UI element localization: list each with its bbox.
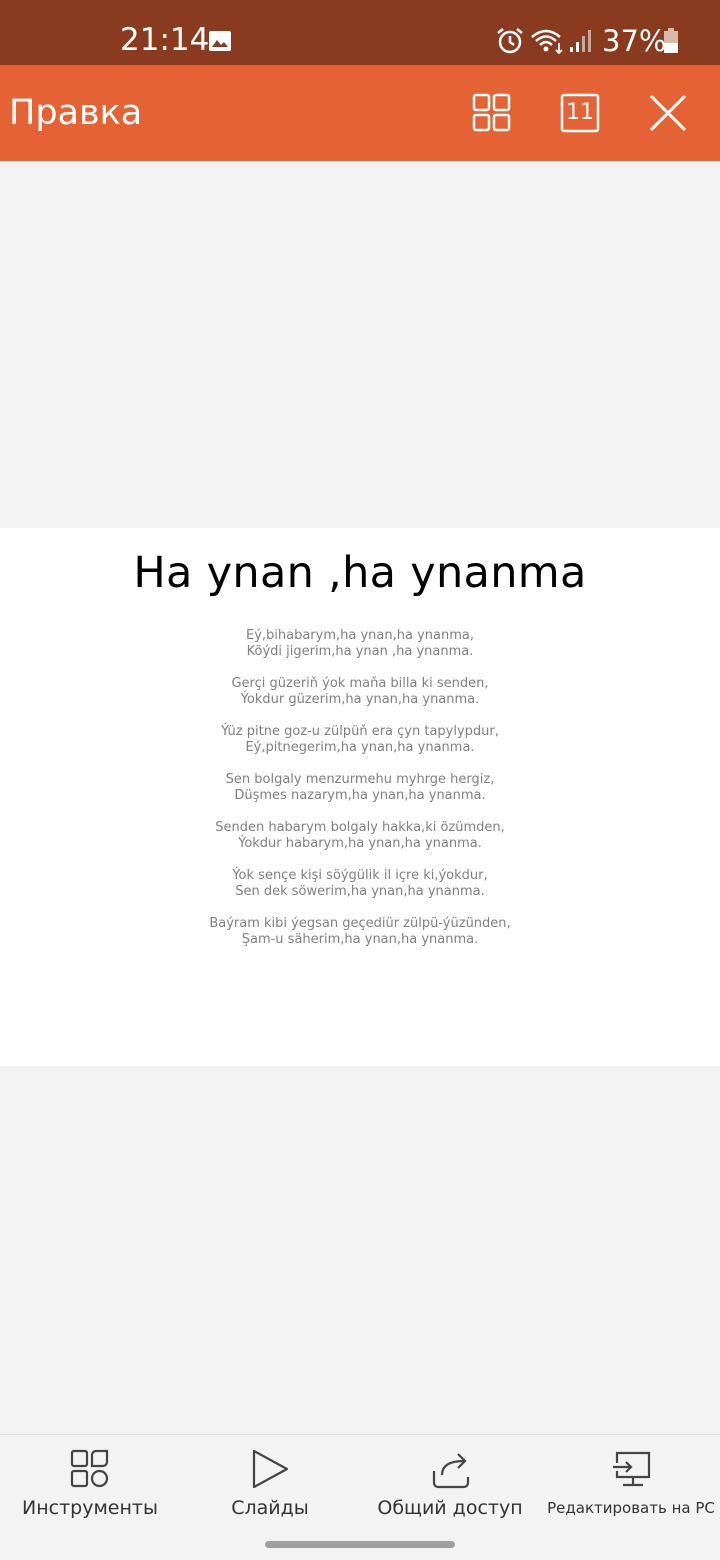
slides-button[interactable]: Слайды	[190, 1435, 350, 1531]
stanza-line: Gerçi güzeriň ýok maňa billa ki senden,	[231, 676, 489, 691]
grid-icon	[472, 93, 511, 132]
close-button[interactable]	[638, 83, 698, 143]
battery-icon	[664, 28, 678, 53]
status-bar: 21:14 37%	[0, 0, 720, 65]
stanza-line: Ýokdur güzerim,ha ynan,ha ynanma.	[240, 692, 480, 707]
edit-on-pc-button[interactable]: Редактировать на PC	[545, 1435, 717, 1531]
share-label: Общий доступ	[377, 1497, 523, 1519]
bottom-nav: Инструменты Слайды Общий доступ Редактир…	[0, 1434, 720, 1530]
tools-icon	[70, 1449, 109, 1488]
monitor-icon	[613, 1451, 651, 1487]
stanza: Baýram kibi ýegsan geçediür zülpü-ýüzünd…	[0, 916, 720, 948]
stanza-line: Şam-u säherim,ha ynan,ha ynanma.	[241, 932, 479, 947]
play-icon	[252, 1449, 289, 1489]
stanza-line: Ýüz pitne goz-u zülpüň era çyn tapylypdu…	[221, 724, 499, 739]
gallery-icon	[209, 31, 231, 51]
stanza-line: Eý,pitnegerim,ha ynan,ha ynanma.	[245, 740, 475, 755]
stanza: Ýüz pitne goz-u zülpüň era çyn tapylypdu…	[0, 724, 720, 756]
stanza-line: Sen bolgaly menzurmehu myhrge hergiz,	[225, 772, 495, 787]
app-screen: 21:14 37% Правка 11 Ha ynan ,ha ynanma E…	[0, 0, 720, 1560]
wifi-icon	[531, 29, 563, 55]
alarm-icon	[497, 28, 523, 54]
stanza-line: Eý,bihabarym,ha ynan,ha ynanma,	[245, 628, 474, 643]
stanza: Ýok senҫe kişi söýgülik il içre ki,ýokdu…	[0, 868, 720, 900]
slides-label: Слайды	[231, 1497, 309, 1519]
stanza: Sen bolgaly menzurmehu myhrge hergiz, Dü…	[0, 772, 720, 804]
tools-label: Инструменты	[22, 1497, 158, 1519]
stanza-line: Düşmes nazarym,ha ynan,ha ynanma.	[234, 788, 486, 803]
slide-number-button[interactable]: 11	[550, 83, 610, 143]
stanza-line: Sen dek söwerim,ha ynan,ha ynanma.	[235, 884, 485, 899]
share-icon	[432, 1453, 470, 1489]
slide-number: 11	[566, 100, 594, 125]
slide-grid-button[interactable]	[462, 83, 522, 143]
stanza: Eý,bihabarym,ha ynan,ha ynanma, Köýdi ji…	[0, 628, 720, 660]
toolbar: Правка 11	[0, 65, 720, 161]
edit-on-pc-label: Редактировать на PC	[547, 1499, 715, 1517]
stanza-line: Senden habarym bolgaly hakka,ki özümden,	[215, 820, 505, 835]
stanza-line: Ýokdur habarym,ha ynan,ha ynanma.	[238, 836, 482, 851]
close-icon	[649, 94, 687, 132]
slide-body: Eý,bihabarym,ha ynan,ha ynanma, Köýdi ji…	[0, 628, 720, 964]
stanza-line: Köýdi jigerim,ha ynan ,ha ynanma.	[246, 644, 474, 659]
home-indicator[interactable]	[265, 1541, 455, 1548]
share-button[interactable]: Общий доступ	[370, 1435, 530, 1531]
stanza: Senden habarym bolgaly hakka,ki özümden,…	[0, 820, 720, 852]
stanza: Gerçi güzeriň ýok maňa billa ki senden, …	[0, 676, 720, 708]
tools-button[interactable]: Инструменты	[10, 1435, 170, 1531]
stanza-line: Ýok senҫe kişi söýgülik il içre ki,ýokdu…	[232, 868, 488, 883]
stanza-line: Baýram kibi ýegsan geçediür zülpü-ýüzünd…	[209, 916, 511, 931]
status-time: 21:14	[120, 22, 210, 58]
toolbar-title[interactable]: Правка	[9, 93, 142, 133]
signal-icon	[570, 30, 591, 52]
slide-title: Ha ynan ,ha ynanma	[133, 548, 587, 598]
slide-preview[interactable]: Ha ynan ,ha ynanma Eý,bihabarym,ha ynan,…	[0, 528, 720, 1066]
battery-percent: 37%	[602, 24, 667, 58]
